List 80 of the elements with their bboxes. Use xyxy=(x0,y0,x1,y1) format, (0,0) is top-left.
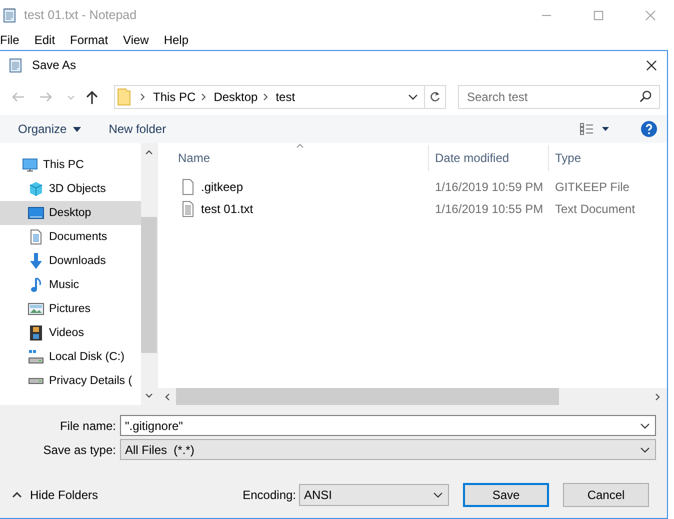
chevron-down-icon[interactable] xyxy=(640,422,650,428)
menu-item[interactable]: Edit xyxy=(34,33,62,47)
column-header[interactable]: Type xyxy=(548,145,667,171)
encoding-dropdown[interactable]: ANSI xyxy=(299,484,449,506)
close-icon[interactable] xyxy=(646,60,657,70)
help-icon[interactable] xyxy=(641,121,657,137)
cube-icon xyxy=(28,181,44,197)
nav-item[interactable]: Downloads xyxy=(0,249,141,273)
chevron-right-icon xyxy=(262,92,270,102)
breadcrumb-item[interactable]: This PC xyxy=(153,90,196,104)
dialog-button[interactable]: Cancel xyxy=(563,483,649,507)
nav-item[interactable]: Pictures xyxy=(0,297,141,321)
chevron-right-icon xyxy=(200,92,208,102)
dialog-title: Save As xyxy=(32,58,76,72)
horizontal-scrollbar[interactable] xyxy=(158,388,667,405)
up-arrow-icon[interactable] xyxy=(84,89,100,105)
search-field[interactable]: Search test xyxy=(458,85,660,109)
encoding-label: Encoding: xyxy=(242,488,296,502)
vertical-scrollbar[interactable] xyxy=(141,143,157,405)
refresh-icon xyxy=(429,91,441,103)
new-folder-button[interactable]: New folder xyxy=(108,122,166,136)
file-date: 1/16/2019 10:55 PM xyxy=(434,202,544,216)
search-icon xyxy=(639,90,652,103)
nav-item[interactable]: Music xyxy=(0,273,141,297)
file-icon xyxy=(180,179,196,195)
nav-item[interactable]: Videos xyxy=(0,321,141,345)
dialog-button[interactable]: Save xyxy=(463,483,549,507)
computer-icon xyxy=(22,157,38,173)
breadcrumb-item[interactable]: Desktop xyxy=(214,90,258,104)
drive-icon xyxy=(28,349,44,365)
nav-item[interactable]: This PC xyxy=(0,153,141,177)
chevron-up-icon[interactable] xyxy=(145,149,153,155)
caret-down-icon xyxy=(72,126,81,132)
field-label: Save as type: xyxy=(42,442,117,456)
maximize-icon[interactable] xyxy=(593,10,604,20)
nav-item[interactable]: Privacy Details ( xyxy=(0,369,141,393)
film-icon xyxy=(28,325,44,341)
file-name: test 01.txt xyxy=(201,202,254,216)
menu-item[interactable]: Help xyxy=(164,33,196,47)
chevron-down-icon xyxy=(433,492,443,498)
file-row[interactable]: test 01.txt 1/16/2019 10:55 PM Text Document xyxy=(158,198,667,220)
chevron-down-icon[interactable] xyxy=(145,393,153,399)
save-as-type-dropdown[interactable]: All Files (*.*) xyxy=(120,439,656,460)
nav-item[interactable]: Local Disk (C:) xyxy=(0,345,141,369)
nav-item[interactable]: Desktop xyxy=(0,201,141,225)
chevron-right-icon[interactable] xyxy=(655,392,661,400)
column-header[interactable]: Date modified xyxy=(428,145,548,171)
organize-button[interactable]: Organize xyxy=(18,122,81,136)
column-header[interactable]: Name xyxy=(158,145,428,171)
drive-icon xyxy=(28,378,44,384)
file-name-field[interactable]: ".gitignore" xyxy=(120,415,656,436)
file-row[interactable]: .gitkeep 1/16/2019 10:59 PM GITKEEP File xyxy=(158,176,667,198)
file-name: .gitkeep xyxy=(201,180,244,194)
field-label: File name: xyxy=(58,418,117,432)
chevron-right-icon xyxy=(139,92,147,102)
desktop-icon xyxy=(28,205,44,221)
text-file-icon xyxy=(180,201,196,217)
nav-item[interactable]: 3D Objects xyxy=(0,177,141,201)
notepad-icon xyxy=(2,7,18,23)
chevron-up-icon xyxy=(12,492,22,498)
nav-item[interactable]: Documents xyxy=(0,225,141,249)
picture-icon xyxy=(28,301,44,317)
chevron-left-icon[interactable] xyxy=(164,392,170,400)
hide-folders-button[interactable]: Hide Folders xyxy=(12,488,98,502)
chevron-down-icon xyxy=(640,446,650,452)
down-arrow-icon xyxy=(28,253,44,269)
breadcrumb-item[interactable]: test xyxy=(276,90,296,104)
window-title: test 01.txt - Notepad xyxy=(24,8,137,22)
menu-item[interactable]: File xyxy=(0,33,26,47)
folder-icon xyxy=(117,88,131,106)
file-date: 1/16/2019 10:59 PM xyxy=(434,180,544,194)
document-icon xyxy=(28,229,44,245)
menu-item[interactable]: Format xyxy=(70,33,116,47)
music-note-icon xyxy=(28,277,44,293)
notepad-icon xyxy=(8,57,24,73)
menu-item[interactable]: View xyxy=(123,33,156,47)
file-type: Text Document xyxy=(554,202,636,216)
file-type: GITKEEP File xyxy=(554,180,630,194)
chevron-down-icon[interactable] xyxy=(408,92,418,102)
address-bar[interactable]: This PC Desktop test xyxy=(114,85,446,109)
